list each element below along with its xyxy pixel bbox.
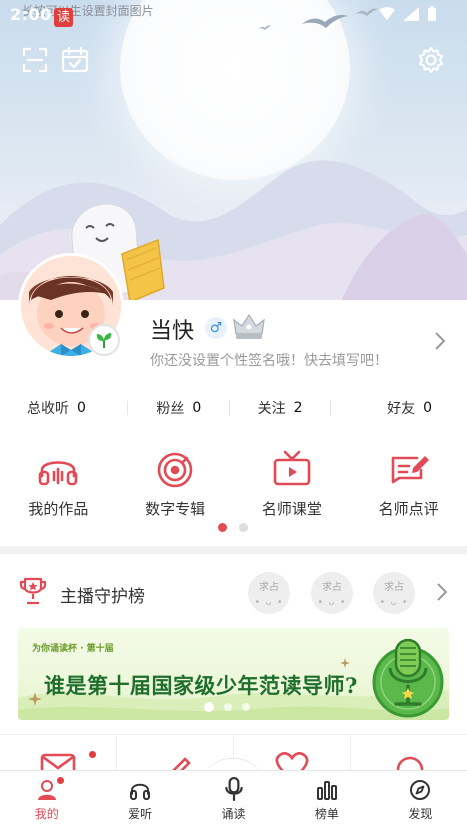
stat-total-listens[interactable]: 总收听 0 [0, 396, 129, 420]
bird-decoration [302, 14, 348, 28]
person-icon [37, 780, 56, 800]
banner-dot[interactable] [242, 703, 250, 711]
feature-label: 名师课堂 [261, 500, 322, 518]
feature-teacher-review[interactable]: 名师点评 [350, 448, 467, 519]
stat-label: 总收听 [27, 401, 69, 417]
grid-cell-message[interactable] [0, 735, 117, 774]
nickname[interactable]: 当快 [150, 313, 194, 345]
feature-teacher-class[interactable]: 名师课堂 [234, 448, 351, 519]
feature-label: 我的作品 [28, 500, 89, 518]
seek-label: 求占 [322, 582, 342, 593]
headphones-icon [39, 461, 78, 486]
calendar-check-icon[interactable] [61, 46, 89, 74]
feature-my-works[interactable]: 我的作品 [0, 448, 117, 519]
nav-tab-listen[interactable]: 爱听 [93, 771, 186, 830]
status-icons [379, 6, 437, 22]
nav-tab-ranking[interactable]: 榜单 [280, 771, 373, 830]
stat-label: 好友 [387, 401, 416, 417]
trophy-icon [19, 577, 47, 605]
microphone-emblem-icon [372, 638, 444, 718]
nav-label: 我的 [34, 807, 59, 821]
stat-label: 关注 [257, 401, 286, 417]
scan-icon[interactable] [21, 46, 49, 74]
guardian-seek-slot[interactable]: 求占 • ᴗ • [248, 572, 290, 614]
gear-icon[interactable] [417, 46, 445, 74]
nav-tab-mine[interactable]: 我的 [0, 771, 93, 830]
nav-tab-discover[interactable]: 发现 [374, 771, 467, 830]
headphones-icon [130, 783, 151, 800]
read-app-badge: 读 [54, 8, 73, 27]
grid-cell-more[interactable] [351, 735, 467, 774]
stat-value: 2 [293, 400, 303, 416]
page-dot-active[interactable] [218, 523, 227, 532]
banner-title: 谁是第十届国家级少年范读导师? [44, 673, 358, 698]
wifi-icon [379, 7, 395, 20]
feature-grid: 我的作品 数字专辑 名师课堂 名师点评 [0, 448, 467, 519]
guardian-title: 主播守护榜 [60, 587, 145, 607]
crown-level-icon[interactable] [232, 312, 266, 342]
stat-friends[interactable]: 好友 0 [331, 396, 467, 420]
page-dot[interactable] [239, 523, 248, 532]
banner-dot[interactable] [224, 703, 232, 711]
bar-chart-icon [316, 781, 337, 800]
battery-icon [428, 6, 436, 21]
stat-value: 0 [77, 400, 86, 416]
nav-label: 发现 [408, 807, 433, 821]
sprout-badge-icon [88, 324, 120, 356]
stat-fans[interactable]: 粉丝 0 [128, 396, 230, 420]
nav-tab-recite[interactable]: 诵读 [187, 771, 280, 830]
feature-label: 数字专辑 [145, 500, 206, 518]
feature-digital-album[interactable]: 数字专辑 [117, 448, 234, 519]
stat-following[interactable]: 关注 2 [230, 396, 331, 420]
notification-dot [57, 777, 64, 784]
nav-label: 爱听 [128, 807, 153, 821]
compass-icon [410, 780, 431, 800]
male-gender-icon: ♂ [205, 317, 227, 339]
signal-icon [403, 7, 419, 21]
seek-face: • ᴗ • [379, 597, 409, 608]
chevron-right-icon[interactable] [433, 331, 447, 351]
guardian-seek-slot[interactable]: 求占 • ᴗ • [311, 572, 353, 614]
stat-value: 0 [423, 400, 432, 416]
microphone-icon [224, 777, 243, 801]
stat-value: 0 [192, 400, 202, 416]
bird-decoration [356, 8, 378, 16]
guardian-seek-slot[interactable]: 求占 • ᴗ • [373, 572, 415, 614]
status-time: 2:00 [10, 5, 52, 24]
feature-page-indicator [218, 523, 248, 532]
tv-icon [273, 450, 311, 486]
feature-label: 名师点评 [378, 500, 439, 518]
bottom-navigation: 我的 爱听 诵读 榜单 发现 [0, 770, 467, 830]
sparkle-icon [340, 658, 350, 668]
comment-edit-icon [391, 456, 429, 484]
banner-subtitle: 为你诵读杯 · 第十届 [32, 644, 114, 654]
seek-label: 求占 [384, 582, 404, 593]
nav-label: 诵读 [221, 807, 246, 821]
stats-row: 总收听 0 粉丝 0 关注 2 好友 0 [0, 396, 467, 420]
vinyl-disc-icon [157, 452, 193, 488]
seek-label: 求占 [259, 582, 279, 593]
section-divider [0, 546, 467, 554]
promo-banner[interactable]: 为你诵读杯 · 第十届 谁是第十届国家级少年范读导师? [18, 628, 449, 720]
signature-text[interactable]: 你还没设置个性签名哦！快去填写吧！ [150, 350, 388, 370]
notification-dot [89, 751, 96, 758]
seek-face: • ᴗ • [254, 597, 284, 608]
banner-dot-active[interactable] [204, 702, 214, 712]
chevron-right-icon[interactable] [436, 582, 449, 602]
banner-page-indicator [204, 702, 250, 712]
nav-label: 榜单 [314, 807, 339, 821]
sparkle-icon [28, 692, 42, 706]
bird-decoration [259, 25, 271, 30]
seek-face: • ᴗ • [317, 597, 347, 608]
stat-label: 粉丝 [156, 401, 185, 417]
